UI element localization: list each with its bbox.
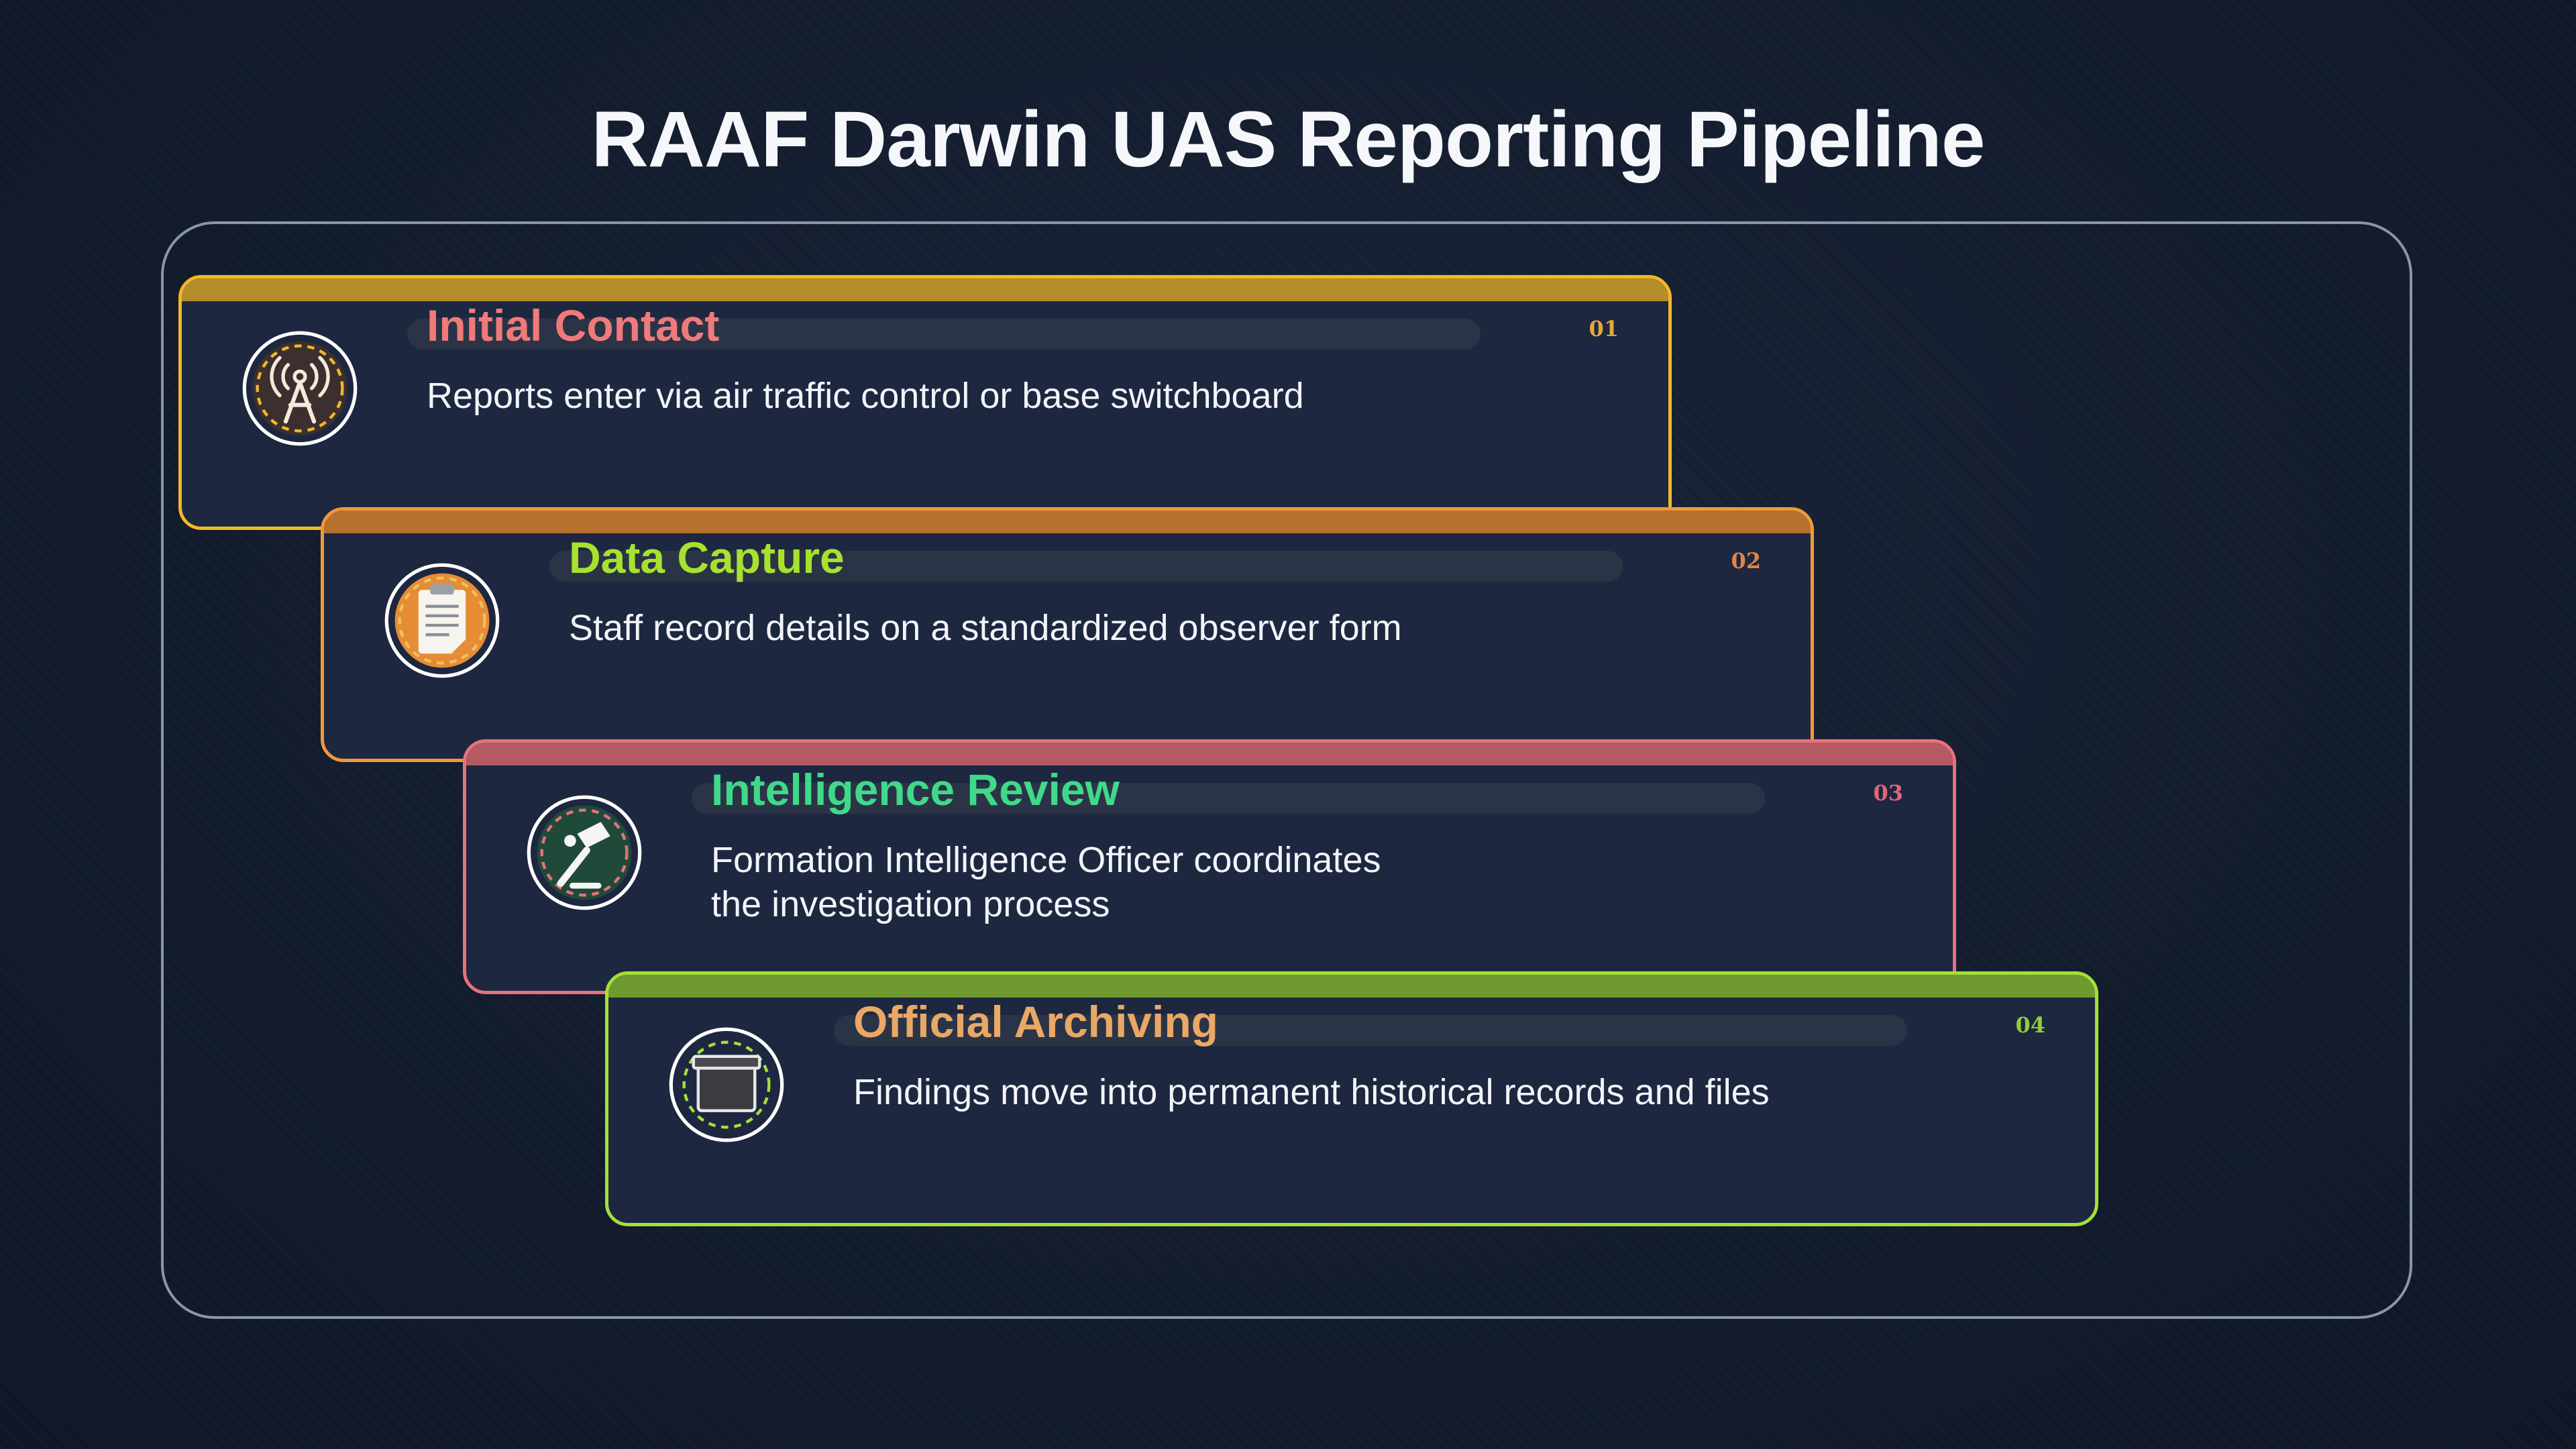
page-title: RAAF Darwin UAS Reporting Pipeline [591, 95, 1985, 184]
step-title: Intelligence Review [711, 765, 1120, 814]
step-number: 03 [1873, 780, 1903, 806]
step-card-header-bar [324, 511, 1811, 533]
step-title: Data Capture [569, 533, 845, 582]
step-number: 02 [1731, 548, 1761, 574]
radio-tower-icon [241, 329, 359, 447]
step-number: 04 [2015, 1012, 2045, 1038]
step-card-official-archiving: Official Archiving Findings move into pe… [605, 971, 2098, 1226]
step-description: Staff record details on a standardized o… [569, 608, 1402, 648]
step-title: Official Archiving [853, 997, 1218, 1046]
step-description: Findings move into permanent historical … [853, 1072, 1770, 1112]
archive-box-icon [667, 1026, 786, 1144]
step-card-header-bar [608, 975, 2095, 998]
step-card-data-capture: Data Capture Staff record details on a s… [321, 507, 1814, 762]
pipeline-slide: RAAF Darwin UAS Reporting Pipeline Initi… [0, 0, 2576, 1449]
step-number: 01 [1589, 316, 1619, 341]
step-title: Initial Contact [427, 301, 720, 350]
step-description: Formation Intelligence Officer coordinat… [711, 840, 1381, 924]
step-description: Reports enter via air traffic control or… [427, 376, 1304, 416]
clipboard-icon [383, 561, 501, 680]
magnifier-icon [525, 794, 643, 912]
step-card-header-bar [466, 743, 1953, 765]
step-card-header-bar [182, 278, 1668, 301]
step-card-initial-contact: Initial Contact Reports enter via air tr… [178, 275, 1672, 530]
step-card-intelligence-review: Intelligence Review Formation Intelligen… [463, 739, 1956, 994]
